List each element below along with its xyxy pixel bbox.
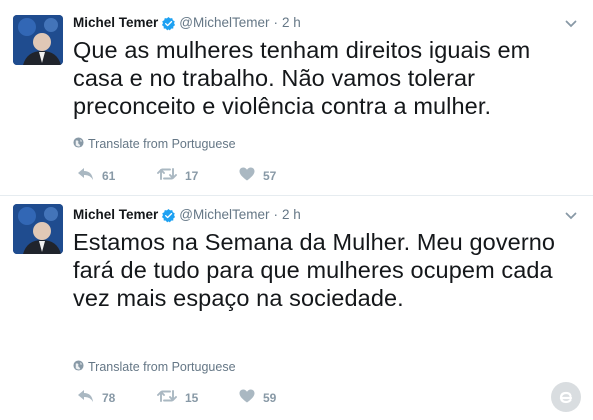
chevron-down-icon[interactable]: [565, 209, 577, 221]
avatar[interactable]: [13, 204, 63, 254]
author-handle[interactable]: @MichelTemer: [179, 206, 269, 224]
watermark-logo-icon: [551, 382, 581, 412]
like-count: 59: [263, 390, 277, 405]
heart-icon: [239, 389, 263, 406]
verified-badge-icon: [161, 208, 176, 223]
tweet-feed: Michel Temer @MichelTemer · 2 h Que as m…: [0, 0, 593, 420]
globe-icon: [73, 360, 88, 374]
translate-link[interactable]: Translate from Portuguese: [73, 360, 236, 374]
tweet-header: Michel Temer @MichelTemer · 2 h: [73, 206, 301, 224]
translate-label: Translate from Portuguese: [88, 360, 236, 374]
tweet-actions: 78 15 59: [77, 389, 299, 406]
reply-count: 78: [102, 390, 116, 405]
author-name[interactable]: Michel Temer: [73, 206, 158, 224]
reply-button[interactable]: 78: [77, 389, 157, 406]
reply-icon: [77, 389, 102, 406]
retweet-icon: [157, 389, 185, 406]
tweet-timestamp[interactable]: 2 h: [282, 206, 301, 224]
retweet-count: 15: [185, 390, 199, 405]
tweet-2-content: Michel Temer @MichelTemer · 2 h Estamos …: [0, 0, 593, 420]
separator-dot: ·: [273, 207, 279, 222]
tweet-text: Estamos na Semana da Mulher. Meu governo…: [73, 229, 556, 311]
retweet-button[interactable]: 15: [157, 389, 239, 406]
like-button[interactable]: 59: [239, 389, 299, 406]
